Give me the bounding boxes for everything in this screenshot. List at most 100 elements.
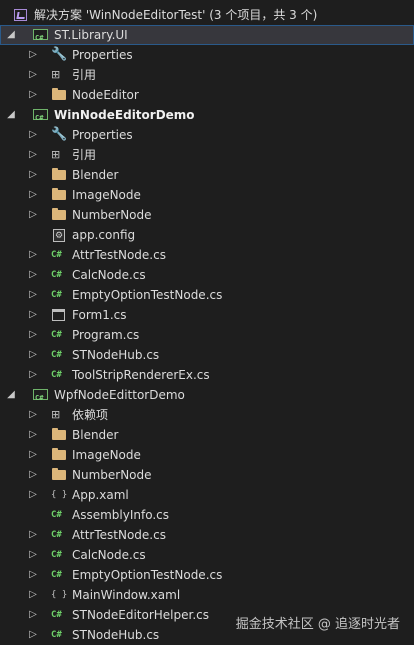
xaml-file-icon: { } [51, 490, 68, 500]
folder-icon [52, 468, 66, 480]
chevron-right-icon[interactable]: ▷ [27, 565, 39, 585]
tree-item-label: MainWindow.xaml [72, 588, 181, 602]
tree-item-label: NumberNode [72, 468, 152, 482]
tree-item[interactable]: ▷ C# CalcNode.cs [0, 545, 414, 565]
tree-item-label: AssemblyInfo.cs [72, 508, 170, 522]
tree-item[interactable]: app.config [0, 225, 414, 246]
tree-item[interactable]: ▷ C# CalcNode.cs [0, 265, 414, 285]
tree-item-label: AttrTestNode.cs [72, 528, 166, 542]
tree-item[interactable]: ▷ ⊞ 依赖项 [0, 405, 414, 425]
chevron-right-icon[interactable]: ▷ [27, 205, 39, 225]
tree-item[interactable]: ▷ { } App.xaml [0, 485, 414, 505]
tree-item-label: AttrTestNode.cs [72, 248, 166, 262]
csharp-file-icon: C# [51, 330, 62, 340]
tree-item[interactable]: ▷ 🔧 Properties [0, 45, 414, 65]
wrench-icon: 🔧 [51, 47, 68, 62]
tree-item[interactable]: ▷ ImageNode [0, 445, 414, 465]
chevron-right-icon[interactable]: ▷ [27, 325, 39, 345]
chevron-expanded-icon[interactable]: ◢ [5, 385, 17, 405]
csharp-file-icon: C# [51, 530, 62, 540]
folder-icon [52, 88, 66, 100]
tree-item-label: CalcNode.cs [72, 548, 146, 562]
tree-item-label: ImageNode [72, 188, 141, 202]
chevron-right-icon[interactable]: ▷ [27, 425, 39, 445]
tree-item[interactable]: ▷ NumberNode [0, 465, 414, 485]
folder-icon [52, 448, 66, 460]
chevron-right-icon[interactable]: ▷ [27, 345, 39, 365]
tree-item[interactable]: ▷ Form1.cs [0, 305, 414, 325]
project-node-winnodeeditordemo[interactable]: ◢ WinNodeEditorDemo [0, 105, 414, 128]
tree-item[interactable]: ▷ C# STNodeHub.cs [0, 345, 414, 365]
folder-icon [52, 188, 66, 200]
chevron-right-icon[interactable]: ▷ [27, 605, 39, 625]
chevron-right-icon[interactable]: ▷ [27, 65, 39, 85]
csharp-project-icon [33, 28, 48, 48]
tree-item-label: Properties [72, 48, 133, 62]
csharp-file-icon: C# [51, 510, 62, 520]
form-icon [52, 309, 65, 321]
chevron-right-icon[interactable]: ▷ [27, 125, 39, 145]
solution-explorer-tree: 解决方案 'WinNodeEditorTest' (3 个项目，共 3 个) ◢… [0, 5, 414, 645]
dependencies-icon: ⊞ [51, 408, 61, 421]
chevron-right-icon[interactable]: ▷ [27, 145, 39, 165]
project-label: ST.Library.UI [54, 28, 128, 42]
tree-item-label: Blender [72, 168, 119, 182]
chevron-right-icon[interactable]: ▷ [27, 285, 39, 305]
chevron-right-icon[interactable]: ▷ [27, 445, 39, 465]
csharp-project-icon [33, 108, 48, 128]
folder-icon [52, 428, 66, 440]
csharp-file-icon: C# [51, 550, 62, 560]
chevron-right-icon[interactable]: ▷ [27, 305, 39, 325]
chevron-right-icon[interactable]: ▷ [27, 465, 39, 485]
tree-item[interactable]: ▷ ⊞ 引用 [0, 145, 414, 165]
tree-item[interactable]: ▷ C# EmptyOptionTestNode.cs [0, 285, 414, 305]
chevron-right-icon[interactable]: ▷ [27, 625, 39, 645]
config-file-icon [53, 226, 65, 246]
tree-item-label: Blender [72, 428, 119, 442]
project-node-st-library-ui[interactable]: ◢ ST.Library.UI [0, 25, 414, 48]
solution-node[interactable]: 解决方案 'WinNodeEditorTest' (3 个项目，共 3 个) [0, 5, 414, 25]
csharp-file-icon: C# [51, 250, 62, 260]
tree-item[interactable]: ▷ { } MainWindow.xaml [0, 585, 414, 605]
chevron-right-icon[interactable]: ▷ [27, 245, 39, 265]
tree-item[interactable]: ▷ NumberNode [0, 205, 414, 225]
chevron-expanded-icon[interactable]: ◢ [5, 105, 17, 125]
xaml-file-icon: { } [51, 590, 68, 600]
chevron-right-icon[interactable]: ▷ [27, 545, 39, 565]
folder-icon [52, 208, 66, 220]
chevron-right-icon[interactable]: ▷ [27, 265, 39, 285]
tree-item-label: NodeEditor [72, 88, 139, 102]
tree-item[interactable]: C# AssemblyInfo.cs [0, 505, 414, 525]
chevron-right-icon[interactable]: ▷ [27, 485, 39, 505]
tree-item-label: 引用 [72, 148, 97, 162]
tree-item[interactable]: ▷ C# AttrTestNode.cs [0, 245, 414, 265]
chevron-right-icon[interactable]: ▷ [27, 525, 39, 545]
project-label: WinNodeEditorDemo [54, 108, 195, 122]
chevron-right-icon[interactable]: ▷ [27, 45, 39, 65]
tree-item[interactable]: ▷ ImageNode [0, 185, 414, 205]
tree-item[interactable]: ▷ C# EmptyOptionTestNode.cs [0, 565, 414, 585]
csharp-file-icon: C# [51, 370, 62, 380]
tree-item[interactable]: ▷ C# AttrTestNode.cs [0, 525, 414, 545]
chevron-expanded-icon[interactable]: ◢ [5, 25, 17, 45]
tree-item[interactable]: ▷ NodeEditor [0, 85, 414, 105]
chevron-right-icon[interactable]: ▷ [27, 585, 39, 605]
chevron-right-icon[interactable]: ▷ [27, 405, 39, 425]
csharp-project-icon [33, 388, 48, 408]
tree-item-label: Program.cs [72, 328, 140, 342]
tree-item[interactable]: ▷ 🔧 Properties [0, 125, 414, 145]
tree-item[interactable]: ▷ Blender [0, 165, 414, 185]
tree-item[interactable]: ▷ ⊞ 引用 [0, 65, 414, 85]
chevron-right-icon[interactable]: ▷ [27, 85, 39, 105]
solution-icon [14, 9, 27, 21]
tree-item[interactable]: ▷ Blender [0, 425, 414, 445]
tree-item[interactable]: ▷ C# ToolStripRendererEx.cs [0, 365, 414, 385]
tree-item-label: Properties [72, 128, 133, 142]
chevron-right-icon[interactable]: ▷ [27, 185, 39, 205]
project-node-wpfnodeedittordemo[interactable]: ◢ WpfNodeEdittorDemo [0, 385, 414, 408]
chevron-right-icon[interactable]: ▷ [27, 165, 39, 185]
tree-item[interactable]: ▷ C# Program.cs [0, 325, 414, 345]
tree-item-label: NumberNode [72, 208, 152, 222]
chevron-right-icon[interactable]: ▷ [27, 365, 39, 385]
tree-item-label: 依赖项 [72, 408, 109, 422]
